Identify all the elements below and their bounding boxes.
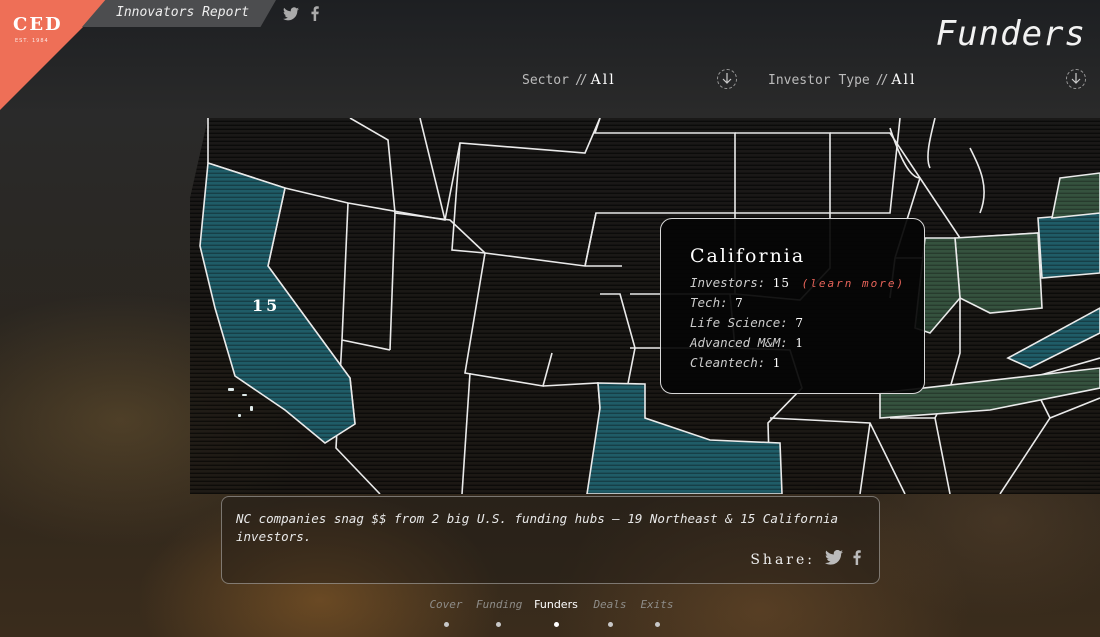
- twitter-icon[interactable]: [283, 6, 299, 21]
- learn-more-link[interactable]: (learn more): [802, 277, 905, 290]
- tooltip-key: Advanced M&M:: [690, 335, 788, 350]
- tooltip-key: Life Science:: [690, 315, 788, 330]
- facebook-icon[interactable]: [853, 550, 861, 569]
- tooltip-row-cleantech: Cleantech: 1: [690, 353, 924, 373]
- map-state-count-label: 15: [252, 296, 281, 315]
- tooltip-value: 1: [795, 336, 805, 350]
- tooltip-value: 15: [772, 276, 791, 290]
- nav-item-funding[interactable]: Funding: [476, 598, 523, 627]
- sector-filter[interactable]: Sector // All: [522, 70, 616, 90]
- page-title: Funders: [935, 14, 1086, 54]
- tooltip-value: 7: [735, 296, 744, 310]
- tooltip-row-tech: Tech: 7: [690, 293, 924, 313]
- tooltip-row-investors: Investors: 15 (learn more): [690, 273, 924, 293]
- state-ohio[interactable]: [954, 232, 1043, 314]
- sector-filter-value[interactable]: All: [591, 72, 616, 88]
- investor-type-filter-label: Investor Type: [768, 72, 870, 88]
- tooltip-value: 1: [772, 356, 782, 370]
- nav-item-deals[interactable]: Deals: [593, 598, 627, 627]
- nav-item-exits[interactable]: Exits: [640, 598, 674, 627]
- tooltip-key: Tech:: [690, 295, 728, 310]
- twitter-icon[interactable]: [825, 549, 843, 569]
- state-tooltip: California Investors: 15 (learn more) Te…: [660, 218, 925, 394]
- tooltip-state-name: California: [690, 245, 806, 267]
- nav-label: Funders: [534, 598, 578, 611]
- nav-dot[interactable]: [443, 622, 449, 627]
- tooltip-row-advanced-mm: Advanced M&M: 1: [690, 333, 924, 353]
- nav-label: Funding: [476, 598, 523, 611]
- separator-icon: //: [574, 72, 588, 88]
- top-social-links: [283, 6, 319, 21]
- share-bar: Share:: [750, 549, 861, 569]
- investor-type-filter-value[interactable]: All: [891, 72, 916, 88]
- investor-type-filter[interactable]: Investor Type // All: [768, 70, 916, 90]
- tooltip-key: Cleantech:: [690, 355, 766, 370]
- tooltip-row-life-science: Life Science: 7: [690, 313, 924, 333]
- nav-label: Exits: [640, 598, 674, 611]
- nav-item-funders[interactable]: Funders: [534, 598, 578, 627]
- chevron-down-icon[interactable]: [1066, 69, 1086, 89]
- state-pennsylvania[interactable]: [1037, 212, 1100, 279]
- nav-dot[interactable]: [495, 622, 501, 627]
- nav-dot[interactable]: [654, 622, 660, 627]
- logo-text[interactable]: CED: [13, 14, 63, 35]
- state-new-york[interactable]: [1051, 172, 1100, 219]
- section-nav: Cover Funding Funders Deals Exits: [428, 598, 678, 628]
- tooltip-key: Investors:: [690, 275, 766, 290]
- separator-icon: //: [875, 72, 889, 88]
- sector-filter-label: Sector: [522, 72, 569, 88]
- report-title[interactable]: Innovators Report: [116, 5, 249, 20]
- nav-label: Cover: [429, 598, 463, 611]
- caption-box: NC companies snag $$ from 2 big U.S. fun…: [221, 496, 880, 584]
- logo-subtitle: EST. 1984: [15, 38, 49, 44]
- nav-dot[interactable]: [553, 622, 559, 627]
- caption-text: NC companies snag $$ from 2 big U.S. fun…: [236, 511, 839, 544]
- nav-dot[interactable]: [607, 622, 613, 627]
- chevron-down-icon[interactable]: [717, 69, 737, 89]
- nav-label: Deals: [593, 598, 627, 611]
- nav-item-cover[interactable]: Cover: [428, 598, 464, 627]
- tooltip-value: 7: [795, 316, 805, 330]
- facebook-icon[interactable]: [311, 6, 319, 21]
- us-map[interactable]: [190, 118, 1100, 494]
- share-label: Share:: [750, 551, 815, 568]
